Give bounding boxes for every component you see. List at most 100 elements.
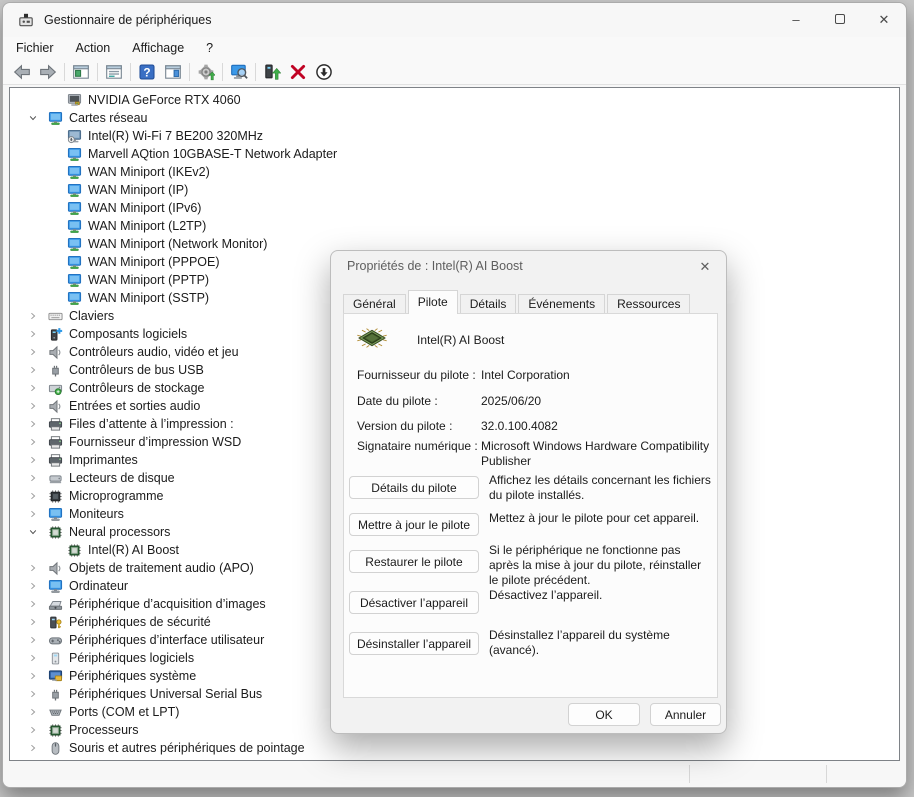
action-description: Mettez à jour le pilote pour cet apparei… [489,511,713,526]
driver-field-label: Fournisseur du pilote : [357,368,479,382]
desktop: Gestionnaire de périphériques – ✕ Fichie… [0,0,914,797]
chevron-right-icon[interactable] [25,614,41,630]
chevron-right-icon[interactable] [25,398,41,414]
tree-item-label: Claviers [69,309,114,323]
tree-item[interactable]: WAN Miniport (L2TP) [10,217,899,235]
update-driver-button[interactable] [259,61,285,83]
chevron-right-icon[interactable] [25,326,41,342]
menu-item-help[interactable]: ? [195,39,224,57]
chevron-right-icon[interactable] [25,380,41,396]
chevron-right-icon[interactable] [25,362,41,378]
network-adapter-icon [67,165,82,180]
properties-button[interactable] [101,61,127,83]
device-name: Intel(R) AI Boost [417,333,504,347]
audio-controller-icon [48,399,63,414]
console-tree-button[interactable] [68,61,94,83]
tab-details[interactable]: Détails [460,294,517,314]
ok-button[interactable]: OK [568,703,640,726]
security-device-icon [48,615,63,630]
network-adapter-icon [67,147,82,162]
properties-dialog: Propriétés de : Intel(R) AI Boost ✕ Géné… [330,250,727,734]
tree-item-label: Contrôleurs audio, vidéo et jeu [69,345,239,359]
menu-item-fichier[interactable]: Fichier [5,39,65,57]
chevron-right-icon[interactable] [25,596,41,612]
chevron-right-icon[interactable] [25,686,41,702]
action-description: Si le périphérique ne fonctionne pas apr… [489,543,713,588]
chevron-right-icon[interactable] [25,416,41,432]
tree-item-label: Moniteurs [69,507,124,521]
chevron-right-icon[interactable] [25,506,41,522]
chevron-right-icon[interactable] [25,578,41,594]
close-button[interactable]: ✕ [862,3,906,37]
minimize-button[interactable]: – [774,3,818,37]
dialog-close-button[interactable]: ✕ [694,257,716,277]
processor-icon [67,543,82,558]
chevron-right-icon[interactable] [25,452,41,468]
chevron-right-icon[interactable] [25,434,41,450]
mettre-a-jour-le-pilote-button[interactable]: Mettre à jour le pilote [349,513,479,536]
tree-item[interactable]: Intel(R) Wi-Fi 7 BE200 320MHz [10,127,899,145]
disable-device-button[interactable] [311,61,337,83]
cancel-button[interactable]: Annuler [650,703,721,726]
tree-item[interactable]: NVIDIA GeForce RTX 4060 [10,91,899,109]
chevron-right-icon[interactable] [25,560,41,576]
uninstall-device-button[interactable] [285,61,311,83]
maximize-button[interactable] [818,3,862,37]
action-pane-button[interactable] [160,61,186,83]
tree-item-label: WAN Miniport (Network Monitor) [88,237,267,251]
menu-item-affichage[interactable]: Affichage [121,39,195,57]
tree-item-label: Périphériques d’interface utilisateur [69,633,264,647]
desactiver-l-appareil-button[interactable]: Désactiver l’appareil [349,591,479,614]
desinstaller-l-appareil-button[interactable]: Désinstaller l’appareil [349,632,479,655]
tab-pilote[interactable]: Pilote [408,290,458,314]
chevron-right-icon[interactable] [25,740,41,756]
driver-field-value: 32.0.100.4082 [481,419,711,434]
chevron-right-icon[interactable] [25,632,41,648]
details-du-pilote-button[interactable]: Détails du pilote [349,476,479,499]
printer-icon [48,453,63,468]
chevron-right-icon[interactable] [25,704,41,720]
tree-item-label: Intel(R) AI Boost [88,543,179,557]
scan-hardware-button[interactable] [193,61,219,83]
menu-item-action[interactable]: Action [65,39,122,57]
chevron-down-icon[interactable] [25,110,41,126]
tree-item[interactable]: WAN Miniport (IKEv2) [10,163,899,181]
tree-item[interactable]: Marvell AQtion 10GBASE-T Network Adapter [10,145,899,163]
tree-item[interactable]: Cartes réseau [10,109,899,127]
chevron-right-icon[interactable] [25,344,41,360]
hid-icon [48,633,63,648]
tab-general[interactable]: Général [343,294,406,314]
driver-field-value: Intel Corporation [481,368,711,383]
chevron-right-icon[interactable] [25,650,41,666]
expander-spacer [44,164,60,180]
chevron-down-icon[interactable] [25,524,41,540]
chevron-right-icon[interactable] [25,488,41,504]
toolbar-separator [255,63,256,81]
storage-controller-icon [48,381,63,396]
chevron-right-icon[interactable] [25,722,41,738]
tree-item-label: Marvell AQtion 10GBASE-T Network Adapter [88,147,337,161]
tab-ressources[interactable]: Ressources [607,294,690,314]
chevron-right-icon[interactable] [25,668,41,684]
help-button[interactable] [134,61,160,83]
forward-button[interactable] [35,61,61,83]
chevron-right-icon[interactable] [25,470,41,486]
software-device-icon [48,651,63,666]
restaurer-le-pilote-button[interactable]: Restaurer le pilote [349,550,479,573]
expander-spacer [44,92,60,108]
search-computer-button[interactable] [226,61,252,83]
menu-bar: FichierActionAffichage? [3,37,906,59]
tab-evenements[interactable]: Événements [518,294,605,314]
tree-item[interactable]: WAN Miniport (IPv6) [10,199,899,217]
tree-item[interactable]: WAN Miniport (IP) [10,181,899,199]
tree-item-label: Entrées et sorties audio [69,399,200,413]
status-divider [826,765,827,783]
network-adapter-icon [67,183,82,198]
window-controls: – ✕ [774,3,906,37]
back-button[interactable] [9,61,35,83]
search-computer-icon [230,63,248,81]
tree-item[interactable]: Souris et autres périphériques de pointa… [10,739,899,757]
chevron-right-icon[interactable] [25,308,41,324]
tree-item-label: Files d’attente à l’impression : [69,417,234,431]
properties-icon [105,63,123,81]
